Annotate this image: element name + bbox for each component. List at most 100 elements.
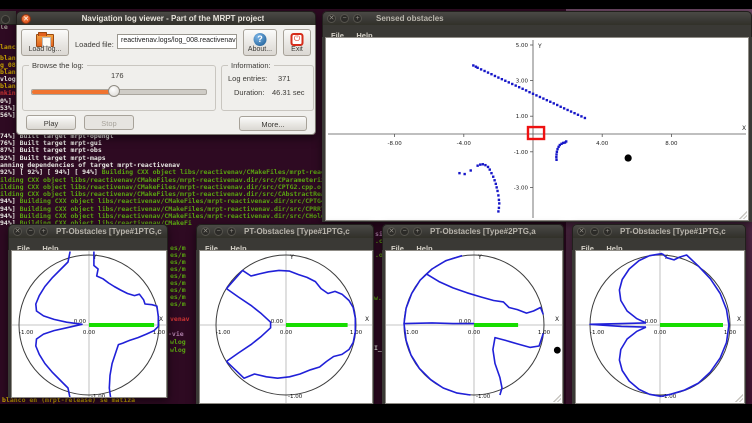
- minimize-icon[interactable]: −: [590, 227, 599, 236]
- more-button[interactable]: More...: [239, 116, 307, 131]
- pt1-plot-area[interactable]: -1.000.001.000.00-1.00XY: [11, 250, 167, 398]
- log-position-slider[interactable]: [31, 89, 207, 95]
- pt-obstacles-window-3: ✕ − + PT-Obstacles [Type#2PTG,a File Hel…: [382, 224, 564, 404]
- close-icon[interactable]: ✕: [577, 227, 586, 236]
- information-group: Information: Log entries: 371 Duration: …: [221, 65, 314, 111]
- sensed-window-title: Sensed obstacles: [376, 14, 444, 23]
- load-log-button[interactable]: Load log...: [21, 29, 69, 56]
- svg-text:-1.00: -1.00: [288, 394, 303, 400]
- terminal-line: lanc: [0, 44, 16, 51]
- duration-label: Duration:: [234, 88, 264, 97]
- maximize-icon[interactable]: +: [413, 227, 422, 236]
- pt4-title: PT-Obstacles [Type#1PTG,c: [620, 227, 726, 236]
- pt3-menubar: File Help: [382, 238, 564, 250]
- close-icon[interactable]: ✕: [327, 14, 336, 23]
- svg-text:Y: Y: [537, 43, 542, 50]
- terminal-line: wlog: [170, 347, 186, 354]
- letterbox-bottom: [0, 404, 752, 423]
- minimize-icon[interactable]: −: [340, 14, 349, 23]
- svg-text:0.00: 0.00: [83, 330, 96, 336]
- slider-value: 176: [111, 71, 124, 80]
- question-mark-icon: ?: [254, 33, 267, 46]
- minimize-icon[interactable]: −: [26, 227, 35, 236]
- pt1-titlebar[interactable]: ✕ − + PT-Obstacles [Type#1PTG,c: [8, 224, 168, 238]
- svg-text:1.00: 1.00: [350, 330, 363, 336]
- svg-text:4.00: 4.00: [596, 141, 609, 147]
- close-icon[interactable]: ✕: [21, 14, 31, 24]
- letterbox-top: [0, 0, 752, 9]
- pt2-title: PT-Obstacles [Type#1PTG,c: [244, 227, 350, 236]
- about-label: About...: [244, 46, 276, 53]
- svg-text:-3.00: -3.00: [514, 185, 529, 191]
- sensed-obstacles-chart: -8.00-4.004.008.005.003.001.00-1.00-3.00…: [326, 38, 748, 220]
- stop-button[interactable]: Stop: [84, 115, 134, 130]
- sensed-plot-area[interactable]: -8.00-4.004.008.005.003.001.00-1.00-3.00…: [325, 37, 749, 221]
- pt4-menubar: File Help: [572, 238, 746, 250]
- close-icon[interactable]: ✕: [13, 227, 22, 236]
- pt4-plot-area[interactable]: -1.000.001.000.00-1.00XY: [575, 250, 745, 404]
- load-log-label: Load log...: [22, 46, 68, 53]
- terminal-line: -vie: [168, 331, 184, 338]
- sensed-window-titlebar[interactable]: ✕ − + Sensed obstacles: [322, 11, 752, 25]
- pt1-menubar: File Help: [8, 238, 168, 250]
- pt1-chart: -1.000.001.000.00-1.00XY: [12, 251, 166, 397]
- browse-log-group-title: Browse the log:: [29, 61, 87, 70]
- svg-text:Y: Y: [289, 254, 294, 261]
- terminal-line: 56%]: [0, 112, 16, 119]
- about-button[interactable]: ? About...: [243, 29, 277, 56]
- desktop-wallpaper: lelancblang_08blanvlogblannkin0%]53%]56%…: [0, 9, 752, 404]
- pt4-chart: -1.000.001.000.00-1.00XY: [576, 251, 744, 403]
- close-icon[interactable]: [1, 15, 10, 24]
- maximize-icon[interactable]: +: [227, 227, 236, 236]
- pt3-plot-area[interactable]: -1.000.001.000.00-1.00XY: [385, 250, 563, 404]
- close-icon[interactable]: ✕: [387, 227, 396, 236]
- nav-window-body: Load log... Loaded file: reactivenav.log…: [16, 25, 316, 135]
- exit-label: Exit: [284, 46, 310, 53]
- resize-grip-icon[interactable]: [735, 394, 743, 402]
- svg-text:-1.00: -1.00: [216, 330, 231, 336]
- nav-window-titlebar[interactable]: ✕ Navigation log viewer - Part of the MR…: [16, 11, 316, 25]
- maximize-icon[interactable]: +: [39, 227, 48, 236]
- log-entries-label: Log entries:: [228, 74, 267, 83]
- loaded-file-label: Loaded file:: [75, 40, 114, 49]
- resize-grip-icon[interactable]: [739, 211, 747, 219]
- exit-icon: [291, 33, 304, 46]
- exit-button[interactable]: Exit: [283, 29, 311, 56]
- minimize-icon[interactable]: −: [214, 227, 223, 236]
- resize-grip-icon[interactable]: [553, 394, 561, 402]
- svg-text:X: X: [365, 316, 369, 323]
- pt2-plot-area[interactable]: -1.000.001.000.00-1.00XY: [199, 250, 373, 404]
- pt3-titlebar[interactable]: ✕ − + PT-Obstacles [Type#2PTG,a: [382, 224, 564, 238]
- duration-value: 46.31 sec: [272, 88, 305, 97]
- loaded-file-input[interactable]: reactivenav.logs/log_008.reactivenavl: [117, 34, 237, 49]
- sensed-obstacles-window: ✕ − + Sensed obstacles File Help -8.00-4…: [322, 11, 752, 222]
- slider-handle[interactable]: [108, 85, 120, 97]
- terminal-line: nkin: [0, 90, 16, 97]
- screen: lelancblang_08blanvlogblannkin0%]53%]56%…: [0, 0, 752, 423]
- maximize-icon[interactable]: +: [353, 14, 362, 23]
- svg-text:-8.00: -8.00: [387, 141, 402, 147]
- close-icon[interactable]: ✕: [201, 227, 210, 236]
- svg-text:X: X: [159, 316, 163, 323]
- pt-obstacles-window-1: ✕ − + PT-Obstacles [Type#1PTG,c File Hel…: [8, 224, 168, 398]
- maximize-icon[interactable]: +: [603, 227, 612, 236]
- pt-obstacles-window-4: ✕ − + PT-Obstacles [Type#1PTG,c File Hel…: [572, 224, 746, 404]
- background-window-titlebar[interactable]: [0, 11, 16, 25]
- sensed-menubar: File Help: [322, 25, 752, 37]
- svg-text:1.00: 1.00: [724, 330, 737, 336]
- svg-text:0.00: 0.00: [468, 330, 481, 336]
- terminal-line: 87%] Built target mrpt-obs: [0, 147, 102, 154]
- pt2-titlebar[interactable]: ✕ − + PT-Obstacles [Type#1PTG,c: [196, 224, 374, 238]
- svg-text:Y: Y: [477, 254, 482, 261]
- svg-text:-1.00: -1.00: [514, 150, 529, 156]
- log-entries-value: 371: [278, 74, 291, 83]
- svg-text:8.00: 8.00: [665, 141, 678, 147]
- pt-obstacles-window-2: ✕ − + PT-Obstacles [Type#1PTG,c File Hel…: [196, 224, 374, 404]
- pt4-titlebar[interactable]: ✕ − + PT-Obstacles [Type#1PTG,c: [572, 224, 746, 238]
- information-group-title: Information:: [228, 61, 274, 70]
- minimize-icon[interactable]: −: [400, 227, 409, 236]
- play-button[interactable]: Play: [26, 115, 76, 130]
- svg-text:1.00: 1.00: [516, 114, 529, 120]
- nav-window-title: Navigation log viewer - Part of the MRPT…: [82, 14, 265, 23]
- browse-log-group: Browse the log: 176: [22, 65, 216, 111]
